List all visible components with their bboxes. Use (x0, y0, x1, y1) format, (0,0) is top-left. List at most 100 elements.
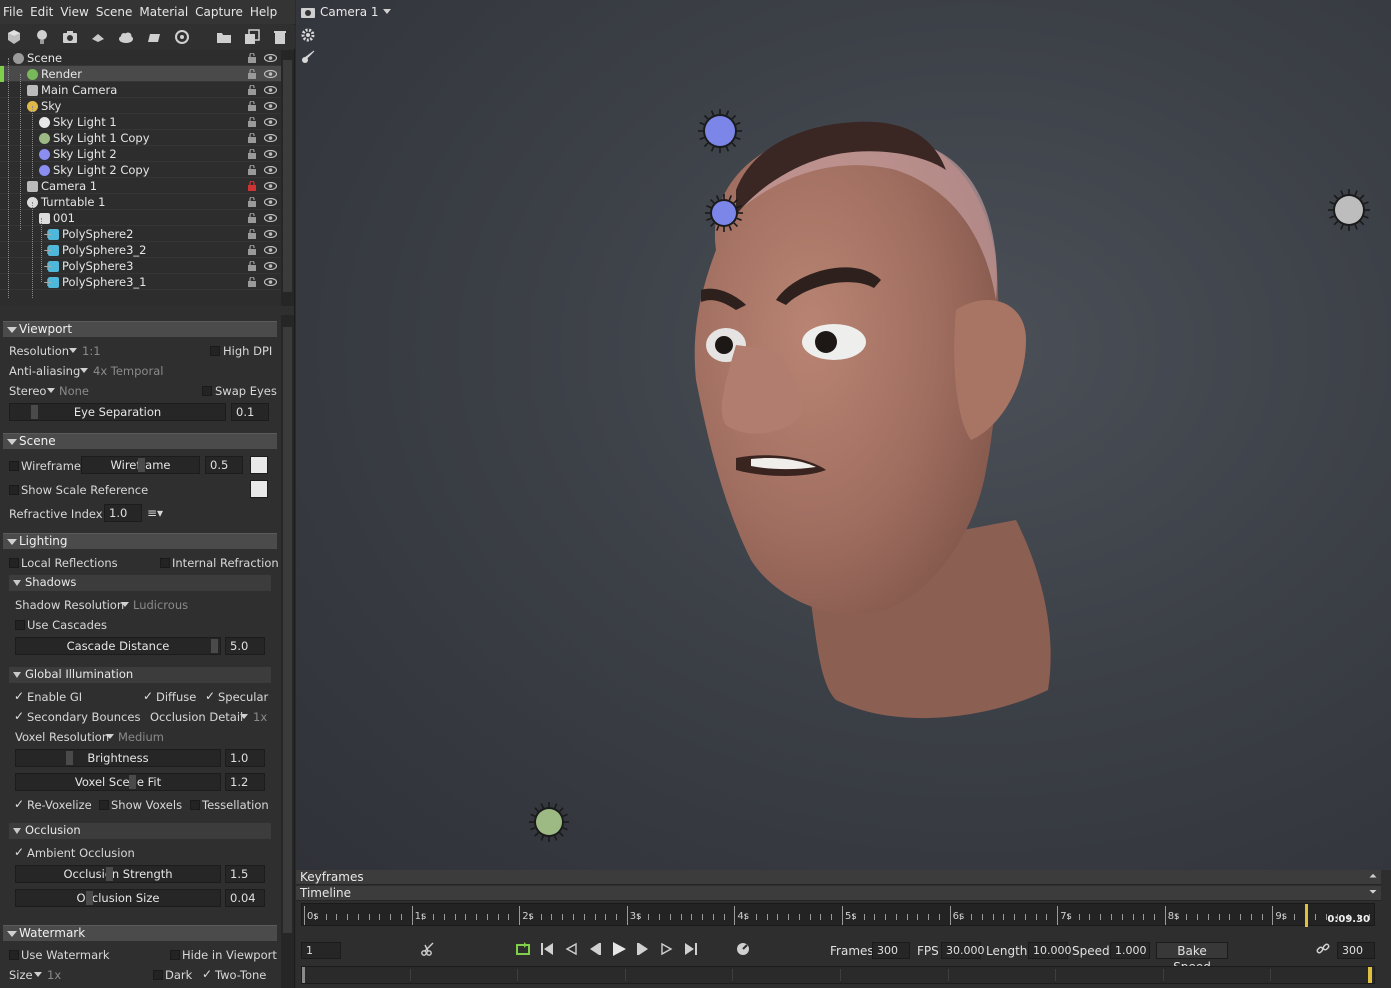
lock-open-icon[interactable] (247, 197, 257, 207)
time-ruler[interactable]: 0s 1s 2s 3s 4s 5s 6s 7s 8s 9s 0:09.30 (301, 903, 1375, 927)
eye-icon[interactable] (264, 54, 277, 62)
scrub-start-handle[interactable] (302, 967, 305, 983)
lock-open-icon[interactable] (247, 101, 257, 111)
green-light-icon[interactable] (527, 800, 571, 844)
menu-scene[interactable]: Scene (95, 5, 139, 19)
lock-open-icon[interactable] (247, 213, 257, 223)
wireframe-color-swatch[interactable] (250, 456, 268, 474)
brightness-slider[interactable]: Brightness (15, 749, 221, 767)
aa-dropdown-icon[interactable] (80, 368, 88, 373)
tree-item-main-camera[interactable]: Main Camera (0, 82, 281, 98)
diffuse-check-icon[interactable]: ✓ (143, 689, 153, 703)
menu-capture[interactable]: Capture (194, 5, 249, 19)
audio-icon[interactable] (168, 26, 196, 48)
eye-icon[interactable] (264, 230, 277, 238)
hide-in-viewport-checkbox[interactable] (170, 950, 180, 960)
lock-open-icon[interactable] (247, 149, 257, 159)
stereo-value[interactable]: None (59, 384, 89, 398)
shadow-resolution-value[interactable]: Ludicrous (133, 598, 188, 612)
eye-icon[interactable] (264, 150, 277, 158)
use-watermark-checkbox[interactable] (9, 950, 19, 960)
cascade-distance-field[interactable]: 5.0 (225, 637, 265, 655)
menu-material[interactable]: Material (138, 5, 194, 19)
high-dpi-checkbox[interactable] (210, 346, 220, 356)
turntable-icon[interactable] (84, 26, 112, 48)
speed-field[interactable]: 1.000 (1110, 942, 1150, 959)
go-to-start-icon[interactable] (539, 941, 555, 957)
scissors-icon[interactable] (420, 941, 436, 957)
expand-icon[interactable]: + (43, 274, 53, 290)
cube-icon[interactable] (0, 26, 28, 48)
timeline-scrubber[interactable] (301, 966, 1375, 984)
timeline-header[interactable]: Timeline (296, 886, 1381, 901)
cascade-distance-slider[interactable]: Cascade Distance (15, 637, 221, 655)
occlusion-detail-value[interactable]: 1x (253, 710, 267, 724)
refractive-preset-menu-icon[interactable]: ≡▾ (147, 506, 163, 520)
tree-item-sky-light-1-copy[interactable]: Sky Light 1 Copy (0, 130, 281, 146)
menu-file[interactable]: File (2, 5, 29, 19)
folder-icon[interactable] (210, 26, 238, 48)
eye-icon[interactable] (264, 118, 277, 126)
collapse-keyframes-icon[interactable]: ⏶ (1369, 871, 1377, 882)
go-to-end-icon[interactable] (683, 941, 699, 957)
eye-icon[interactable] (264, 214, 277, 222)
eye-icon[interactable] (264, 134, 277, 142)
current-frame-field[interactable]: 1 (301, 942, 341, 959)
revoxelize-check-icon[interactable]: ✓ (14, 797, 24, 811)
scale-reference-color-swatch[interactable] (250, 480, 268, 498)
eye-separation-slider[interactable]: Eye Separation (9, 403, 226, 421)
tree-item-scene[interactable]: Scene (0, 50, 281, 66)
tree-item-sky-light-1[interactable]: Sky Light 1 (0, 114, 281, 130)
lock-open-icon[interactable] (247, 261, 257, 271)
tree-item-turntable-1[interactable]: Turntable 1 (0, 194, 281, 210)
eye-icon[interactable] (264, 278, 277, 286)
playhead[interactable] (1304, 904, 1308, 927)
camera-icon[interactable] (56, 26, 84, 48)
eye-icon[interactable] (264, 86, 277, 94)
wireframe-field[interactable]: 0.5 (205, 456, 243, 474)
occlusion-strength-field[interactable]: 1.5 (225, 865, 265, 883)
lock-open-icon[interactable] (247, 229, 257, 239)
watermark-size-value[interactable]: 1x (47, 968, 61, 982)
menu-view[interactable]: View (59, 5, 94, 19)
tree-item-sky-light-2[interactable]: Sky Light 2 (0, 146, 281, 162)
tree-scrollbar[interactable] (281, 50, 294, 306)
secondary-bounces-check-icon[interactable]: ✓ (14, 709, 24, 723)
swap-eyes-checkbox[interactable] (202, 386, 212, 396)
scrub-handle[interactable] (1368, 967, 1372, 983)
end-frame-field[interactable]: 300 (1337, 942, 1375, 959)
scale-reference-checkbox[interactable] (9, 485, 19, 495)
eye-icon[interactable] (264, 182, 277, 190)
voxel-resolution-dropdown-icon[interactable] (106, 734, 114, 739)
eye-icon[interactable] (264, 246, 277, 254)
lock-open-icon[interactable] (247, 245, 257, 255)
wireframe-slider[interactable]: Wireframe (81, 456, 200, 474)
internal-refraction-checkbox[interactable] (160, 558, 170, 568)
expand-icon[interactable]: + (43, 258, 53, 274)
local-reflections-checkbox[interactable] (9, 558, 19, 568)
section-occlusion[interactable]: Occlusion (9, 823, 271, 839)
cloud-icon[interactable] (112, 26, 140, 48)
section-global-illumination[interactable]: Global Illumination (9, 667, 271, 683)
section-shadows[interactable]: Shadows (9, 575, 271, 591)
occlusion-strength-slider[interactable]: Occlusion Strength (15, 865, 221, 883)
tree-item-polysphere2[interactable]: PolySphere2 + (0, 226, 281, 242)
menu-help[interactable]: Help (249, 5, 283, 19)
next-key-icon[interactable] (659, 941, 675, 957)
resolution-dropdown-icon[interactable] (69, 348, 77, 353)
tree-item-polysphere3-1[interactable]: PolySphere3_1 + (0, 274, 281, 290)
occlusion-detail-dropdown-icon[interactable] (240, 714, 248, 719)
eye-icon[interactable] (264, 166, 277, 174)
lock-closed-icon[interactable] (247, 181, 257, 191)
watermark-size-dropdown-icon[interactable] (34, 972, 42, 977)
prev-key-icon[interactable] (563, 941, 579, 957)
lock-open-icon[interactable] (247, 69, 257, 79)
eye-icon[interactable] (264, 262, 277, 270)
lock-open-icon[interactable] (247, 277, 257, 287)
aa-value[interactable]: 4x Temporal (93, 364, 163, 378)
eye-separation-field[interactable]: 0.1 (231, 403, 269, 421)
voxel-scene-fit-field[interactable]: 1.2 (225, 773, 265, 791)
menu-edit[interactable]: Edit (29, 5, 59, 19)
expand-icon[interactable]: + (43, 242, 53, 258)
lock-open-icon[interactable] (247, 165, 257, 175)
